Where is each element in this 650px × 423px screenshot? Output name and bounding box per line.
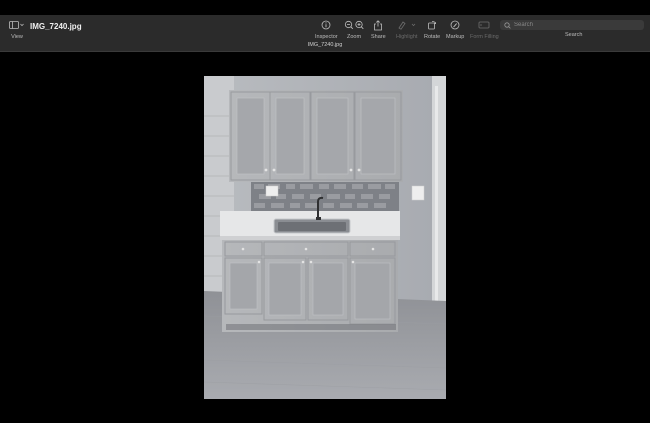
info-icon bbox=[321, 19, 331, 31]
share-label: Share bbox=[371, 34, 386, 40]
kitchen-cabinet-image bbox=[204, 76, 446, 399]
markup-button[interactable]: Markup bbox=[446, 19, 464, 40]
search-icon bbox=[504, 21, 511, 29]
zoom-label: Zoom bbox=[346, 34, 362, 40]
search-input[interactable] bbox=[514, 22, 634, 28]
toolbar: View IMG_7240.jpg Inspector Zoom Share H… bbox=[0, 15, 650, 52]
view-button[interactable]: View bbox=[9, 19, 25, 40]
share-icon bbox=[373, 19, 383, 31]
rotate-button[interactable]: Rotate bbox=[424, 19, 440, 40]
form-filling-icon bbox=[478, 19, 490, 31]
view-label: View bbox=[11, 34, 23, 40]
rotate-icon bbox=[427, 19, 437, 31]
sidebar-icon bbox=[9, 19, 25, 31]
file-tab[interactable]: IMG_7240.jpg bbox=[0, 42, 650, 48]
share-button[interactable]: Share bbox=[371, 19, 386, 40]
form-filling-label: Form Filling bbox=[470, 34, 499, 40]
search-label: Search bbox=[565, 32, 583, 38]
highlighter-icon bbox=[397, 19, 417, 31]
highlight-button[interactable]: Highlight bbox=[396, 19, 417, 40]
highlight-label: Highlight bbox=[396, 34, 418, 40]
zoom-button[interactable]: Zoom bbox=[344, 19, 364, 40]
inspector-label: Inspector bbox=[315, 34, 338, 40]
markup-pen-icon bbox=[450, 19, 460, 31]
markup-label: Markup bbox=[446, 34, 465, 40]
rotate-label: Rotate bbox=[424, 34, 441, 40]
kitchen-photo bbox=[204, 76, 446, 399]
window-title: IMG_7240.jpg bbox=[30, 22, 82, 31]
search-field[interactable] bbox=[500, 20, 644, 30]
form-filling-button[interactable]: Form Filling bbox=[470, 19, 499, 40]
search-caption: Search bbox=[565, 32, 582, 38]
zoom-out-icon[interactable] bbox=[344, 20, 364, 30]
zoom-controls bbox=[344, 19, 364, 31]
inspector-button[interactable]: Inspector bbox=[315, 19, 338, 40]
